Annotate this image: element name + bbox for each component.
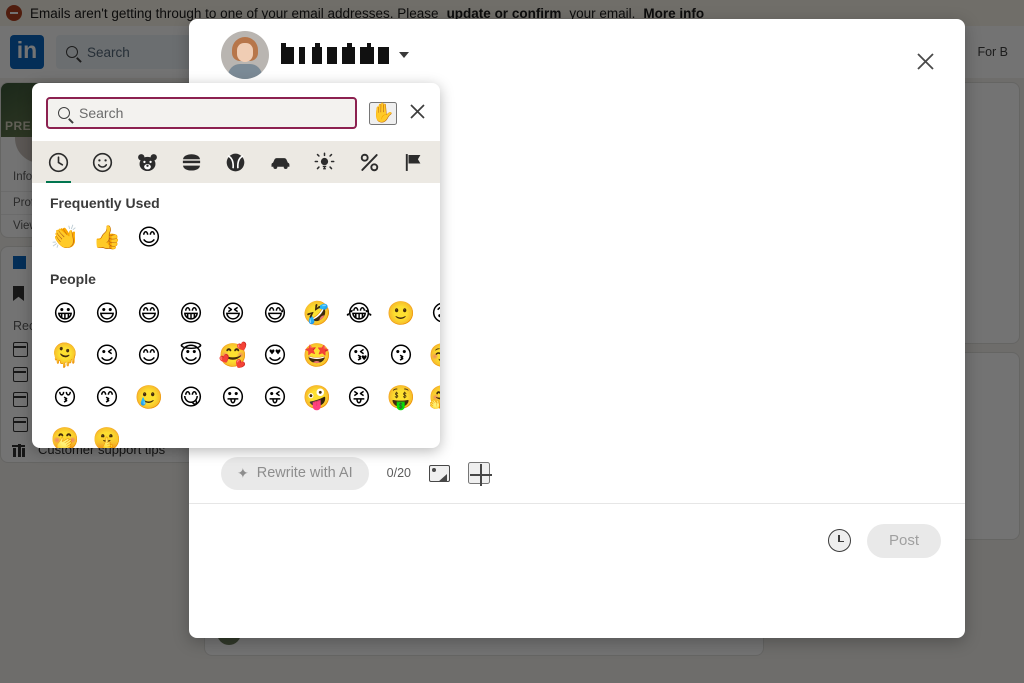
tab-objects[interactable] xyxy=(303,141,347,183)
emoji-search-bar: Search ✋ xyxy=(32,83,440,141)
emoji-people-10[interactable]: 🫠 xyxy=(44,335,86,377)
emoji-people-30[interactable]: 🤭 xyxy=(44,419,86,448)
user-avatar[interactable] xyxy=(221,31,269,79)
emoji-people-24[interactable]: 😛 xyxy=(212,377,254,419)
post-button[interactable]: Post xyxy=(867,524,941,558)
emoji-grid-people: 😀😃😄😁😆😅🤣😂🙂🙃 🫠😉😊😇🥰😍🤩😘😗☺️ 😚😙🥲😋😛😜🤪😝🤑🤗 🤭🤫 xyxy=(34,293,440,448)
close-icon xyxy=(916,52,935,71)
emoji-people-2[interactable]: 😄 xyxy=(128,293,170,335)
clock-icon[interactable] xyxy=(828,529,851,552)
emoji-people-18[interactable]: 😗 xyxy=(380,335,422,377)
emoji-people-12[interactable]: 😊 xyxy=(128,335,170,377)
chevron-down-icon xyxy=(399,52,409,58)
emoji-people-31[interactable]: 🤫 xyxy=(86,419,128,448)
emoji-people-21[interactable]: 😙 xyxy=(86,377,128,419)
tab-food[interactable] xyxy=(169,141,213,183)
emoji-people-15[interactable]: 😍 xyxy=(254,335,296,377)
emoji-people-3[interactable]: 😁 xyxy=(170,293,212,335)
smiley-icon xyxy=(91,151,114,174)
emoji-frequently-used-0[interactable]: 👏 xyxy=(44,217,86,259)
skin-tone-button[interactable]: ✋ xyxy=(369,102,397,125)
emoji-people-14[interactable]: 🥰 xyxy=(212,335,254,377)
emoji-people-17[interactable]: 😘 xyxy=(338,335,380,377)
emoji-people-4[interactable]: 😆 xyxy=(212,293,254,335)
emoji-people-0[interactable]: 😀 xyxy=(44,293,86,335)
emoji-scroll-area[interactable]: Frequently Used 👏👍😊 People 😀😃😄😁😆😅🤣😂🙂🙃🫠😉😊… xyxy=(32,183,440,448)
emoji-people-27[interactable]: 😝 xyxy=(338,377,380,419)
emoji-people-22[interactable]: 🥲 xyxy=(128,377,170,419)
tab-smileys[interactable] xyxy=(80,141,124,183)
rewrite-label: Rewrite with AI xyxy=(257,465,353,481)
author-selector[interactable] xyxy=(281,47,409,64)
percent-icon xyxy=(358,151,381,174)
flag-icon xyxy=(402,151,425,174)
emoji-people-9[interactable]: 🙃 xyxy=(422,293,440,335)
emoji-people-16[interactable]: 🤩 xyxy=(296,335,338,377)
bear-icon xyxy=(136,151,159,174)
tab-recent[interactable] xyxy=(36,141,80,183)
composer-toolbar: ✦ Rewrite with AI 0/20 xyxy=(189,443,965,503)
sparkle-icon: ✦ xyxy=(237,466,249,480)
tab-travel[interactable] xyxy=(258,141,302,183)
emoji-people-5[interactable]: 😅 xyxy=(254,293,296,335)
emoji-grid-frequently-used: 👏👍😊 xyxy=(34,217,440,259)
emoji-people-26[interactable]: 🤪 xyxy=(296,377,338,419)
char-counter: 0/20 xyxy=(387,466,411,480)
emoji-people-29[interactable]: 🤗 xyxy=(422,377,440,419)
emoji-people-7[interactable]: 😂 xyxy=(338,293,380,335)
emoji-people-6[interactable]: 🤣 xyxy=(296,293,338,335)
burger-icon xyxy=(180,151,203,174)
app-root: Emails aren't getting through to one of … xyxy=(0,0,1024,683)
emoji-picker-popover: Search ✋ xyxy=(32,83,440,448)
emoji-group-title-people: People xyxy=(34,259,440,293)
emoji-people-28[interactable]: 🤑 xyxy=(380,377,422,419)
search-icon xyxy=(58,107,70,119)
emoji-people-13[interactable]: 😇 xyxy=(170,335,212,377)
emoji-search-placeholder: Search xyxy=(79,105,123,121)
image-icon[interactable] xyxy=(429,465,450,482)
emoji-people-8[interactable]: 🙂 xyxy=(380,293,422,335)
emoji-people-25[interactable]: 😜 xyxy=(254,377,296,419)
emoji-people-1[interactable]: 😃 xyxy=(86,293,128,335)
composer-footer: Post xyxy=(189,503,965,577)
emoji-people-11[interactable]: 😉 xyxy=(86,335,128,377)
close-button[interactable] xyxy=(907,43,943,79)
emoji-frequently-used-1[interactable]: 👍 xyxy=(86,217,128,259)
emoji-search-input[interactable]: Search xyxy=(46,97,357,129)
rewrite-with-ai-button[interactable]: ✦ Rewrite with AI xyxy=(221,457,369,490)
emoji-people-23[interactable]: 😋 xyxy=(170,377,212,419)
tab-flags[interactable] xyxy=(392,141,436,183)
car-icon xyxy=(269,151,292,174)
bulb-icon xyxy=(313,151,336,174)
plus-icon[interactable] xyxy=(468,462,490,484)
tab-symbols[interactable] xyxy=(347,141,391,183)
emoji-category-tabs xyxy=(32,141,440,183)
close-icon xyxy=(409,103,426,120)
emoji-picker-close-button[interactable] xyxy=(409,103,426,124)
emoji-group-title-frequently-used: Frequently Used xyxy=(34,183,440,217)
tab-animals[interactable] xyxy=(125,141,169,183)
ball-icon xyxy=(224,151,247,174)
emoji-people-20[interactable]: 😚 xyxy=(44,377,86,419)
clock-icon xyxy=(47,151,70,174)
tab-activities[interactable] xyxy=(214,141,258,183)
composer-header xyxy=(189,19,965,91)
emoji-frequently-used-2[interactable]: 😊 xyxy=(128,217,170,259)
author-name-redacted xyxy=(281,47,389,64)
emoji-people-19[interactable]: ☺️ xyxy=(422,335,440,377)
